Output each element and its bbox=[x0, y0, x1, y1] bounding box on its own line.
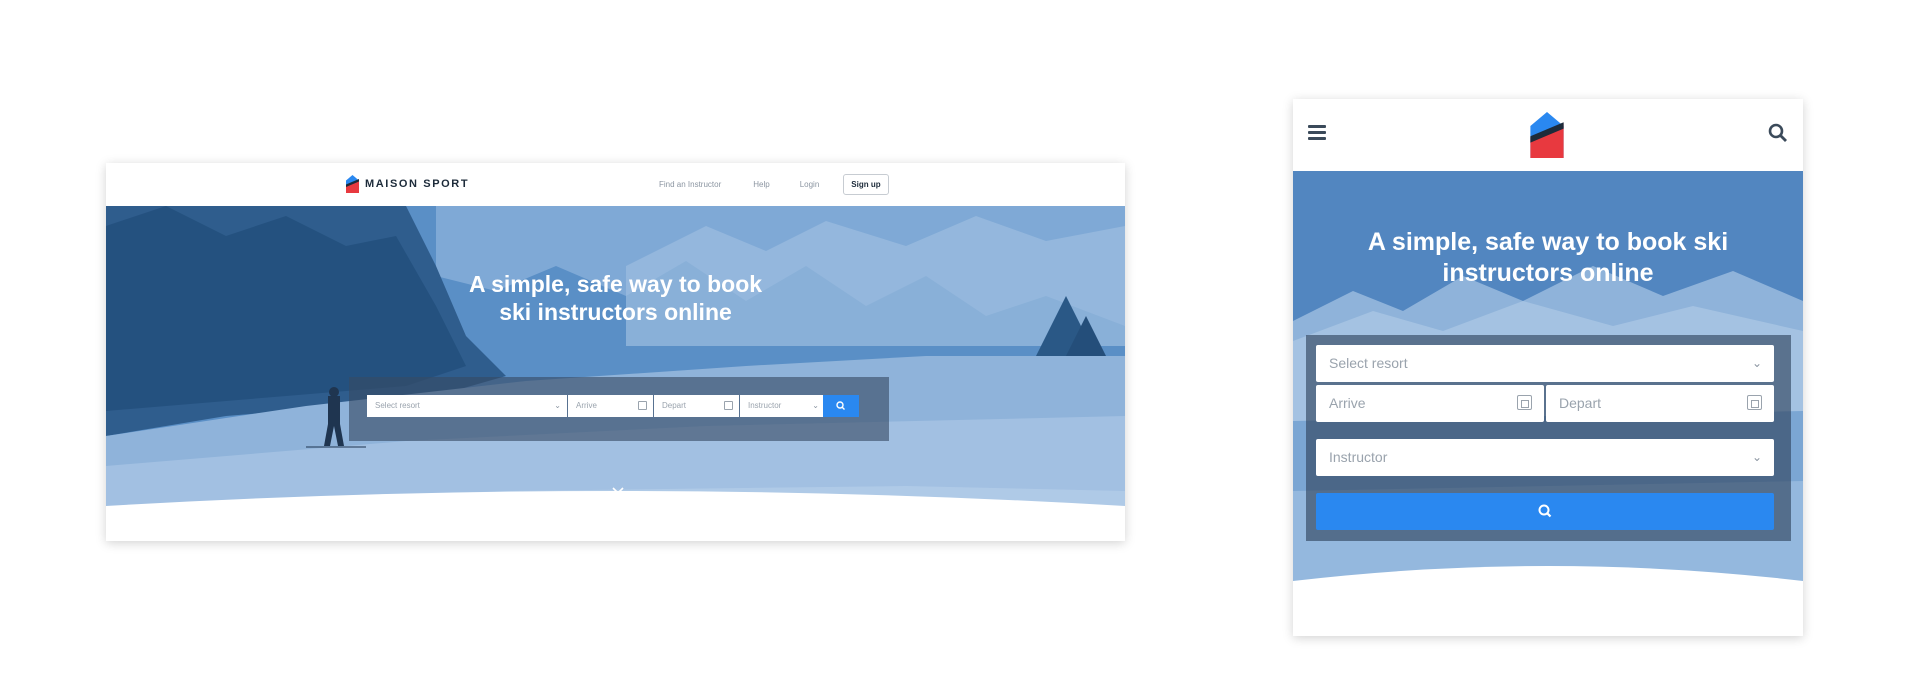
house-logo-icon bbox=[346, 175, 359, 193]
mobile-arrive-label: Arrive bbox=[1329, 395, 1366, 411]
showcase-canvas: MAISON SPORT Find an Instructor Help Log… bbox=[0, 0, 1920, 700]
search-icon[interactable] bbox=[1768, 123, 1788, 143]
hamburger-menu-icon[interactable] bbox=[1308, 125, 1326, 141]
calendar-icon bbox=[724, 401, 733, 410]
mobile-resort-label: Select resort bbox=[1329, 355, 1408, 371]
instructor-select[interactable]: Instructor ⌄ bbox=[740, 395, 825, 417]
nav-find-instructor-link[interactable]: Find an Instructor bbox=[659, 180, 721, 189]
chevron-down-icon: ⌄ bbox=[1751, 356, 1762, 370]
chevron-down-icon: ⌄ bbox=[1751, 450, 1762, 464]
hero-title-line1: A simple, safe way to book bbox=[468, 271, 763, 297]
search-panel: Select resort ⌄ Arrive Depart Instructor… bbox=[349, 377, 889, 441]
house-logo-icon[interactable] bbox=[1530, 112, 1564, 158]
hero-title-line2: ski instructors online bbox=[499, 299, 732, 325]
mobile-search-button[interactable] bbox=[1316, 493, 1774, 530]
mobile-hero-title-line1: A simple, safe way to book ski bbox=[1367, 228, 1729, 256]
mobile-navbar bbox=[1293, 99, 1803, 171]
calendar-icon bbox=[638, 401, 647, 410]
depart-label: Depart bbox=[662, 401, 687, 410]
mobile-depart-label: Depart bbox=[1559, 395, 1602, 411]
arrive-label: Arrive bbox=[576, 401, 597, 410]
hero-title: A simple, safe way to book ski instructo… bbox=[106, 270, 1125, 326]
mobile-hero-title-line2: instructors online bbox=[1442, 259, 1654, 287]
calendar-icon bbox=[1517, 395, 1532, 410]
nav-links: Find an Instructor Help Login Sign up bbox=[659, 163, 889, 206]
chevron-down-icon: ⌄ bbox=[812, 401, 819, 410]
mobile-instructor-select[interactable]: Instructor ⌄ bbox=[1316, 439, 1774, 476]
scroll-down-chevron-icon[interactable] bbox=[612, 484, 624, 498]
resort-select-label: Select resort bbox=[375, 401, 420, 410]
arrive-date-field[interactable]: Arrive bbox=[568, 395, 653, 417]
search-button[interactable] bbox=[823, 395, 859, 417]
resort-select[interactable]: Select resort ⌄ bbox=[367, 395, 567, 417]
nav-login-link[interactable]: Login bbox=[800, 180, 820, 189]
top-navbar: MAISON SPORT Find an Instructor Help Log… bbox=[106, 163, 1125, 206]
hero-section: A simple, safe way to book ski instructo… bbox=[106, 206, 1125, 541]
mobile-hero-title: A simple, safe way to book ski instructo… bbox=[1293, 227, 1803, 289]
brand-name: MAISON SPORT bbox=[365, 178, 470, 190]
mobile-arrive-date-field[interactable]: Arrive bbox=[1316, 385, 1544, 422]
search-icon bbox=[836, 401, 845, 410]
instructor-label: Instructor bbox=[748, 401, 782, 410]
mobile-resort-select[interactable]: Select resort ⌄ bbox=[1316, 345, 1774, 382]
depart-date-field[interactable]: Depart bbox=[654, 395, 739, 417]
search-icon bbox=[1538, 504, 1552, 518]
mobile-depart-date-field[interactable]: Depart bbox=[1546, 385, 1774, 422]
chevron-down-icon: ⌄ bbox=[554, 401, 561, 410]
desktop-mockup: MAISON SPORT Find an Instructor Help Log… bbox=[106, 163, 1125, 541]
mobile-search-panel: Select resort ⌄ Arrive Depart Instructor… bbox=[1306, 335, 1791, 541]
nav-help-link[interactable]: Help bbox=[753, 180, 769, 189]
calendar-icon bbox=[1747, 395, 1762, 410]
signup-button[interactable]: Sign up bbox=[843, 174, 889, 195]
mobile-mockup: A simple, safe way to book ski instructo… bbox=[1293, 99, 1803, 636]
mobile-hero-section: A simple, safe way to book ski instructo… bbox=[1293, 171, 1803, 636]
brand-logo[interactable]: MAISON SPORT bbox=[346, 175, 469, 193]
mobile-instructor-label: Instructor bbox=[1329, 449, 1388, 465]
